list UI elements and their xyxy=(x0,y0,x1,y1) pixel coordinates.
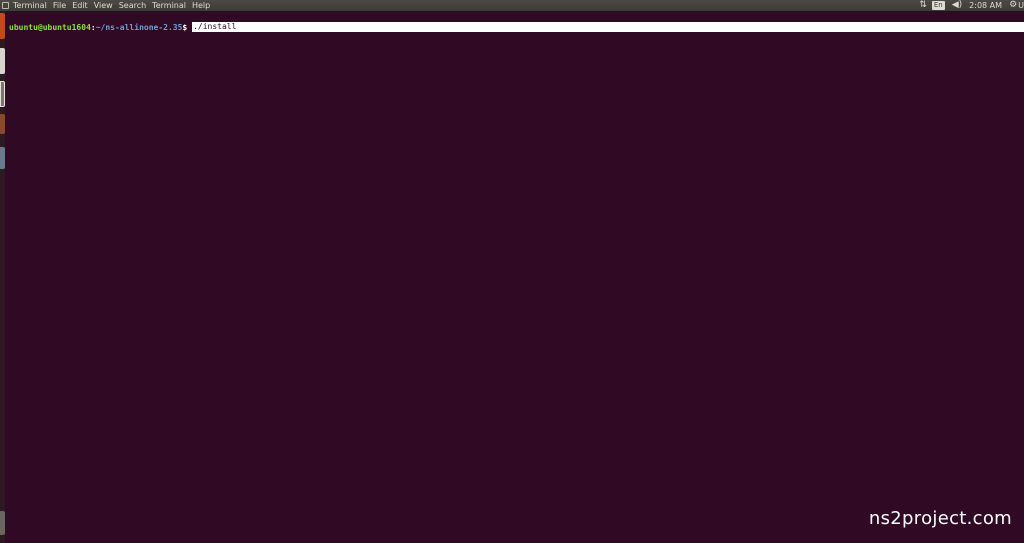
menu-search[interactable]: Search xyxy=(119,0,146,11)
clock[interactable]: 2:08 AM xyxy=(969,0,1002,11)
command-input[interactable]: ./install xyxy=(192,22,1024,32)
prompt-cwd: ~/ns-allinone-2.35 xyxy=(95,22,183,32)
watermark: ns2project.com xyxy=(868,508,1012,529)
prompt-dollar: $ xyxy=(182,22,193,32)
top-panel: Terminal File Edit View Search Terminal … xyxy=(0,0,1024,11)
network-updown-icon[interactable]: ⇅ xyxy=(919,0,926,11)
gear-icon[interactable]: ⚙ xyxy=(1009,0,1017,11)
app-window-icon[interactable] xyxy=(2,2,9,9)
system-tray: ⇅ En ◀) 2:08 AM ⚙ U xyxy=(919,0,1024,11)
menu-terminal[interactable]: Terminal xyxy=(152,0,186,11)
prompt-line: ubuntu@ubuntu1604: ~/ns-allinone-2.35 $ ./… xyxy=(9,22,1024,32)
keyboard-layout-indicator[interactable]: En xyxy=(931,1,945,10)
menu-edit[interactable]: Edit xyxy=(72,0,88,11)
menu-view[interactable]: View xyxy=(94,0,113,11)
user-menu[interactable]: U xyxy=(1018,0,1024,11)
volume-icon[interactable]: ◀) xyxy=(952,0,962,11)
menu-help[interactable]: Help xyxy=(192,0,210,11)
menu-terminal-app[interactable]: Terminal xyxy=(13,0,47,11)
prompt-user-host: ubuntu@ubuntu1604 xyxy=(9,22,91,32)
menu-file[interactable]: File xyxy=(53,0,66,11)
command-text: ./install xyxy=(193,22,237,31)
desktop: Terminal File Edit View Search Terminal … xyxy=(0,0,1024,543)
terminal-window[interactable]: ubuntu@ubuntu1604: ~/ns-allinone-2.35 $ ./… xyxy=(5,11,1024,543)
